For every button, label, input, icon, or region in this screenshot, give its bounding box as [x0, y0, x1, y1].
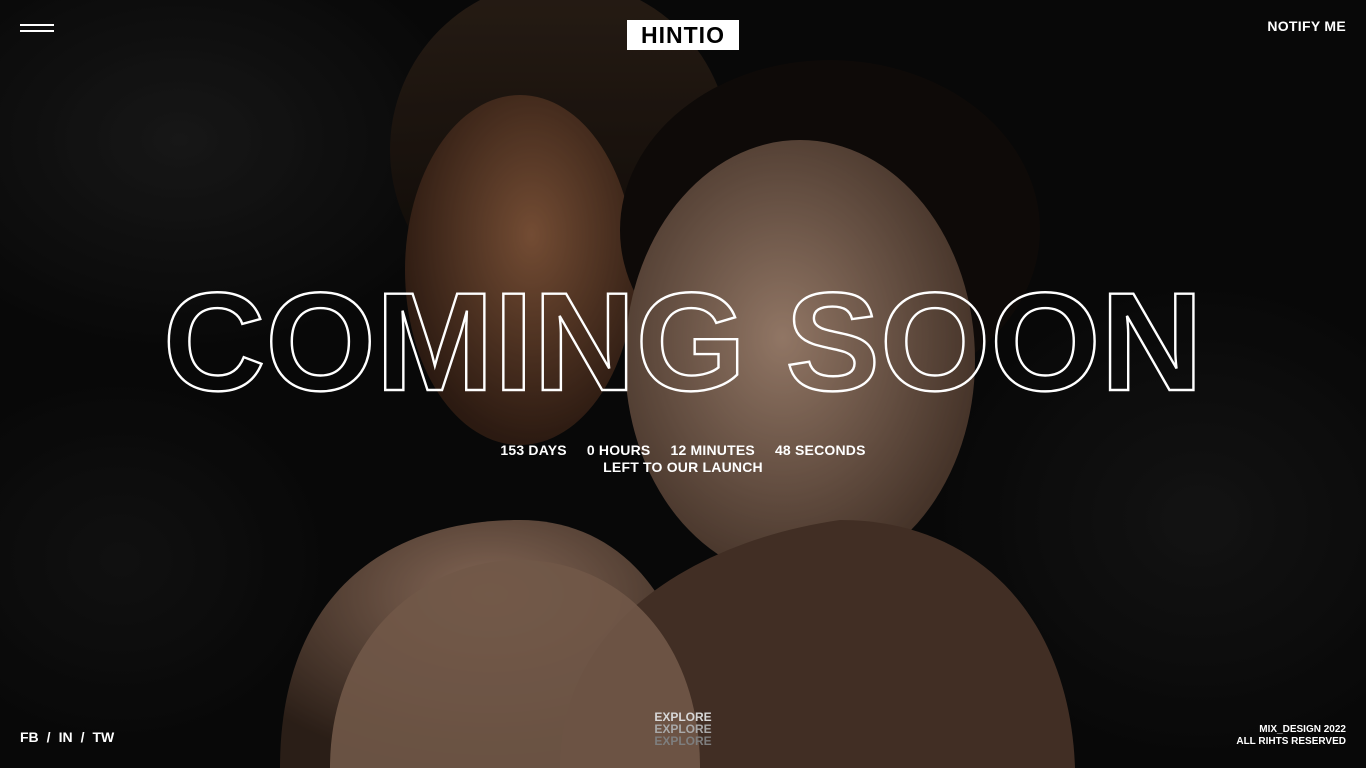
copyright-line-1: MIX_DESIGN 2022 [1259, 724, 1346, 735]
notify-me-button[interactable]: NOTIFY ME [1267, 18, 1346, 34]
social-links: FB / IN / TW [20, 729, 114, 745]
menu-line-bottom [20, 30, 54, 32]
countdown-days: 153 DAYS [500, 442, 567, 458]
hamburger-menu-icon[interactable] [20, 22, 54, 34]
instagram-link[interactable]: IN [59, 729, 73, 745]
social-separator: / [46, 729, 51, 745]
coming-soon-headline: COMING SOON [0, 270, 1366, 420]
countdown-hours: 0 HOURS [586, 442, 651, 458]
menu-line-top [20, 24, 54, 26]
headline-text: COMING SOON [163, 270, 1203, 420]
site-logo[interactable]: HINTIO [627, 20, 739, 50]
copyright-line-2: ALL RIHTS RESERVED [1236, 736, 1346, 747]
countdown-minutes: 12 MINUTES [670, 442, 755, 458]
countdown-subtitle: LEFT TO OUR LAUNCH [603, 459, 763, 475]
launch-countdown: 153 DAYS 0 HOURS 12 MINUTES 48 SECONDS L… [0, 442, 1366, 475]
twitter-link[interactable]: TW [92, 729, 114, 745]
explore-button[interactable]: EXPLORE EXPLORE EXPLORE [583, 711, 783, 747]
coming-soon-page: HINTIO NOTIFY ME COMING SOON 153 DAYS 0 … [0, 0, 1366, 768]
copyright-notice: MIX_DESIGN 2022 ALL RIHTS RESERVED [1236, 724, 1346, 748]
countdown-seconds: 48 SECONDS [774, 442, 866, 458]
social-separator: / [80, 729, 85, 745]
facebook-link[interactable]: FB [20, 729, 39, 745]
explore-label: EXPLORE [654, 734, 712, 748]
